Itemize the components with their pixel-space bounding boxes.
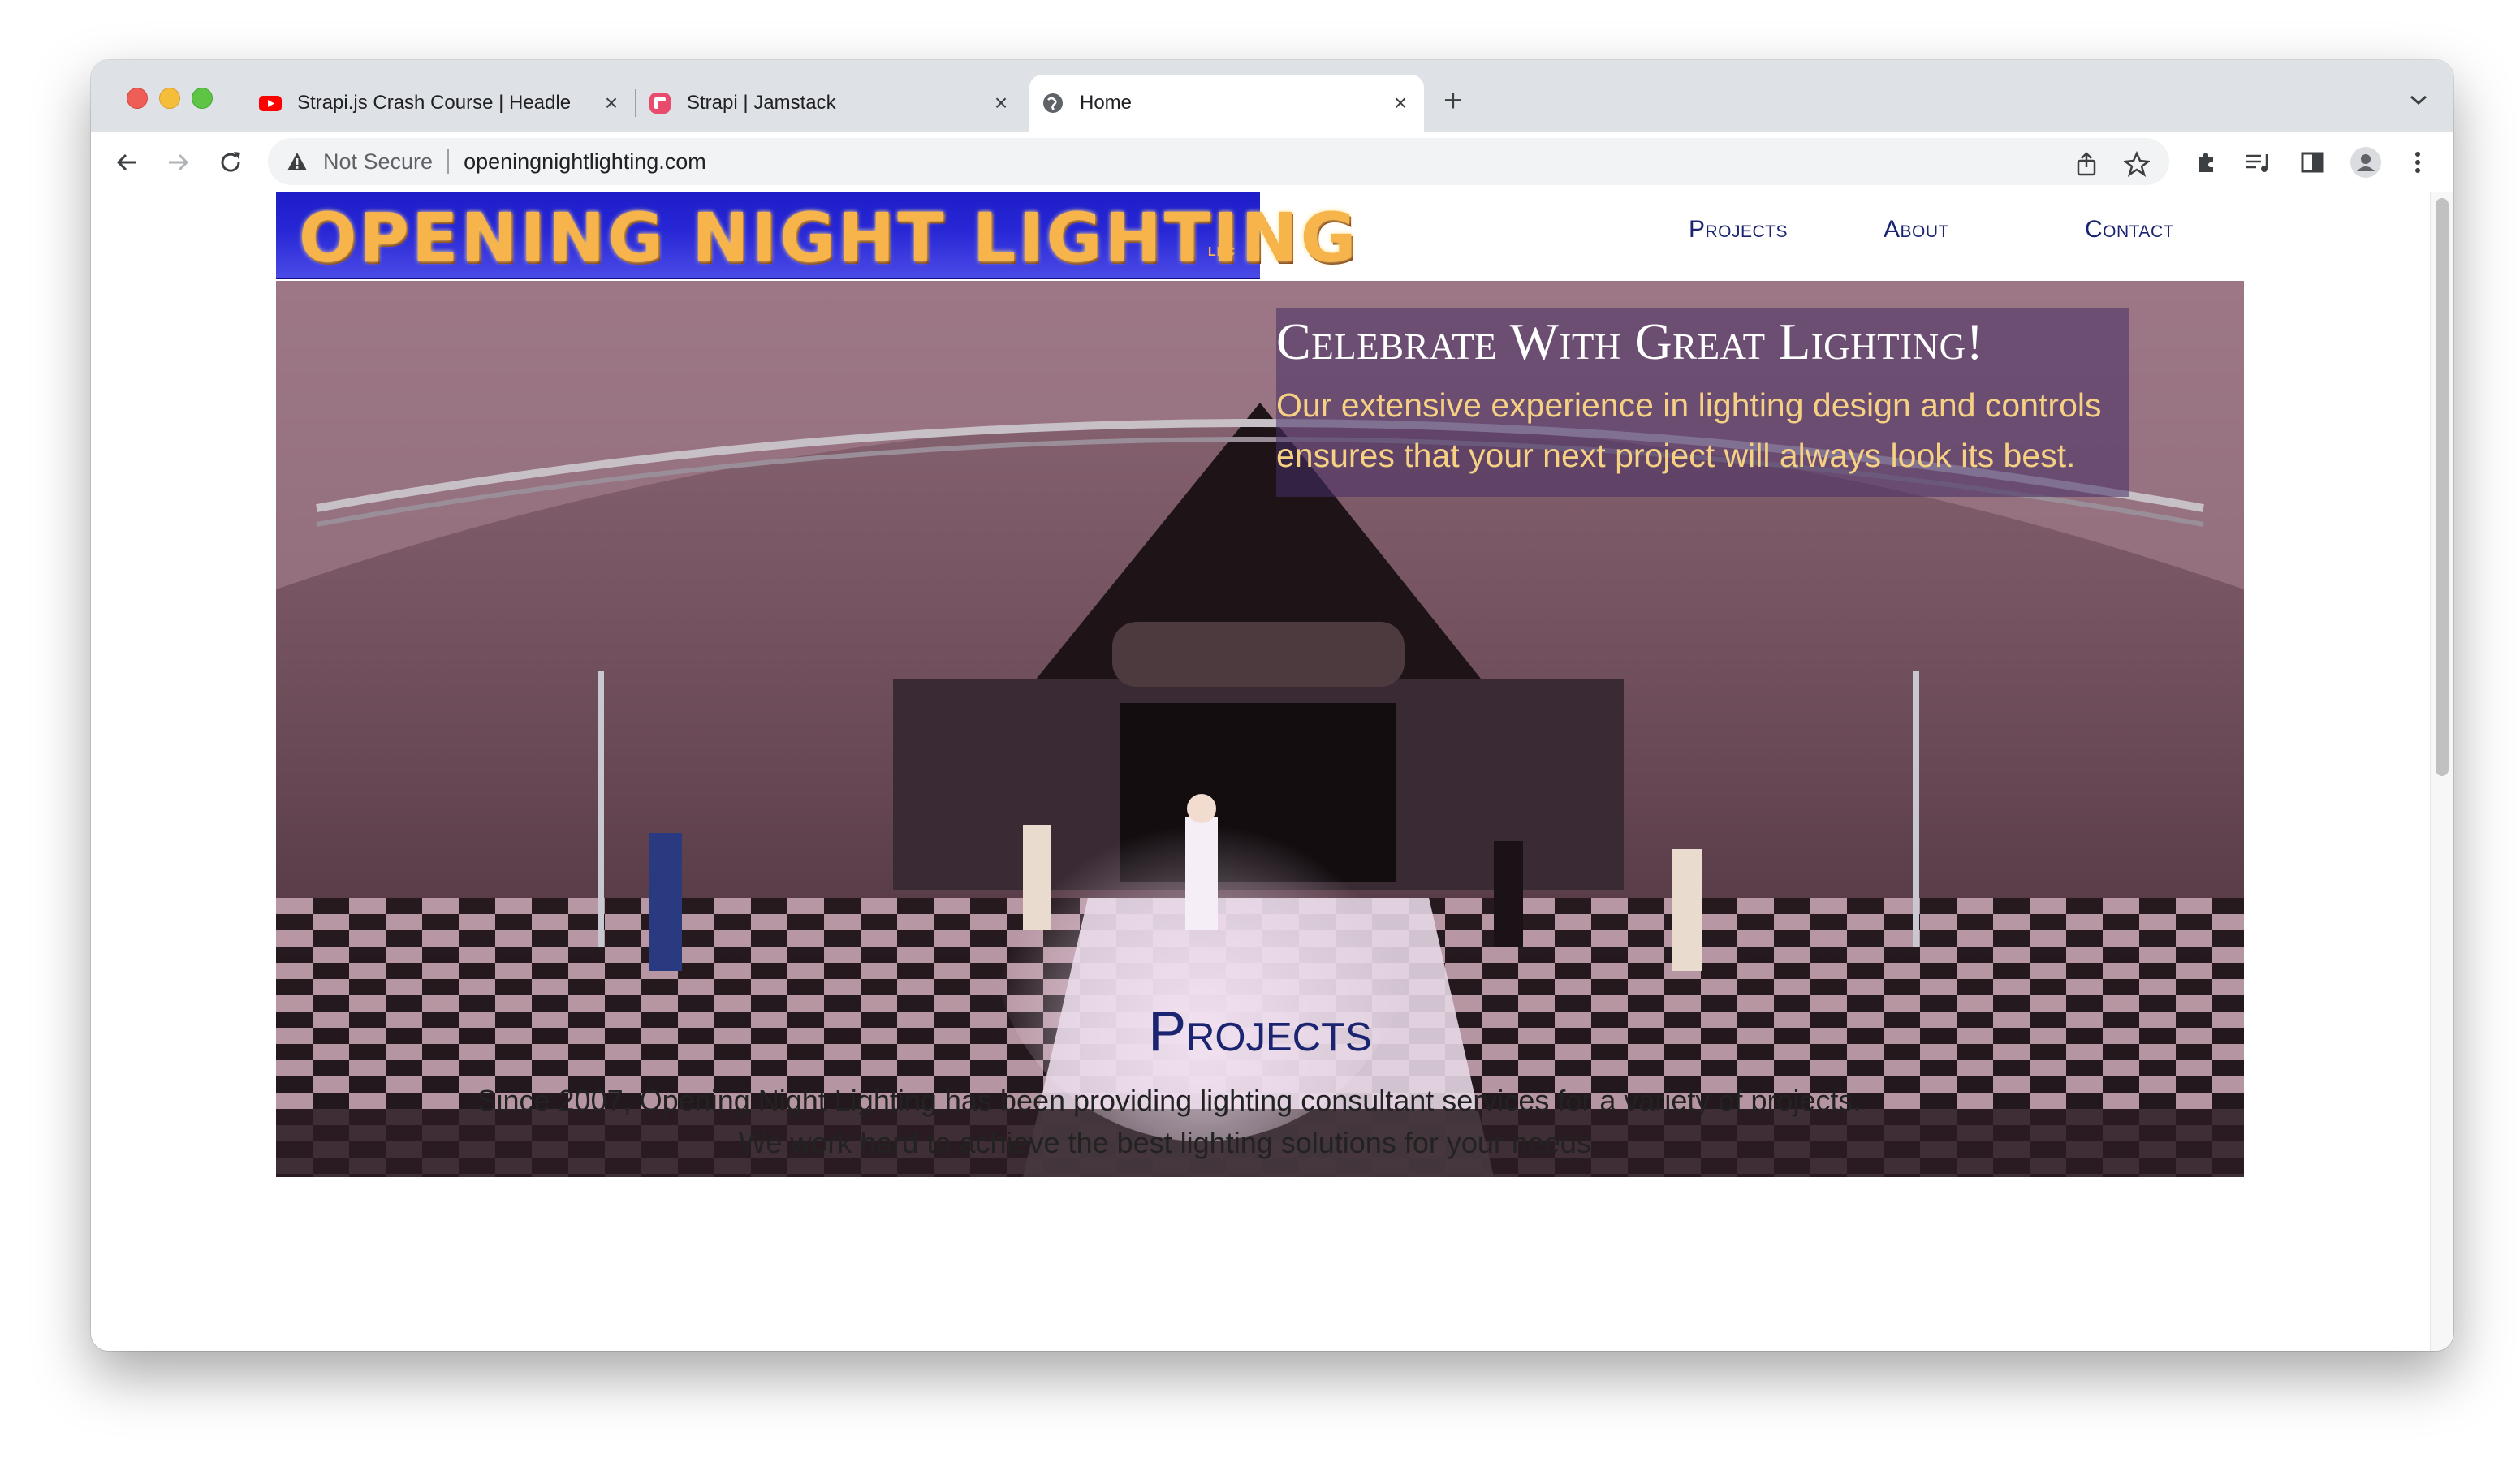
globe-icon — [1043, 93, 1063, 113]
hero-title: Celebrate With Great Lighting! — [1276, 313, 1984, 370]
address-bar[interactable]: Not Secure openingnightlighting.com — [268, 138, 2169, 185]
browser-menu-icon[interactable] — [2400, 145, 2436, 180]
bookmark-star-icon[interactable] — [2121, 148, 2153, 180]
zoom-window-button[interactable] — [192, 88, 213, 109]
new-tab-button[interactable]: + — [1443, 84, 1462, 117]
browser-toolbar: Not Secure openingnightlighting.com — [91, 132, 2453, 193]
nav-about-link[interactable]: About — [1884, 216, 1949, 244]
extensions-icon[interactable] — [2189, 145, 2224, 180]
projects-intro-line2: We work hard to achieve the best lightin… — [739, 1126, 1599, 1159]
not-secure-label[interactable]: Not Secure — [323, 149, 433, 175]
tab-strip: Strapi.js Crash Course | Headle × Strapi… — [91, 60, 2453, 132]
warning-icon[interactable] — [286, 150, 309, 173]
back-arrow-icon — [116, 153, 136, 171]
back-button[interactable] — [110, 146, 143, 179]
close-window-button[interactable] — [127, 88, 148, 109]
projects-heading: Projects — [1148, 999, 1372, 1063]
tab-strapi-crash-course[interactable]: Strapi.js Crash Course | Headle × — [247, 75, 635, 132]
nav-contact-link[interactable]: Contact — [2085, 216, 2174, 244]
omnibox-divider — [447, 149, 450, 174]
scrollbar-thumb[interactable] — [2436, 198, 2449, 776]
tab-home[interactable]: Home × — [1029, 75, 1424, 132]
tab-title: Home — [1080, 92, 1133, 114]
projects-intro: Since 2007, Opening Night Lighting has b… — [185, 1080, 2153, 1164]
tab-strapi-jamstack[interactable]: Strapi | Jamstack × — [636, 75, 1025, 132]
tab-title: Strapi | Jamstack — [687, 92, 836, 114]
close-tab-icon[interactable]: × — [1388, 90, 1413, 115]
strapi-icon — [649, 93, 671, 114]
close-tab-icon[interactable]: × — [989, 90, 1013, 115]
share-icon[interactable] — [2070, 148, 2103, 180]
projects-intro-line1: Since 2007, Opening Night Lighting has b… — [477, 1084, 1862, 1117]
page-scrollbar[interactable] — [2430, 192, 2453, 1351]
hero-caption: Celebrate With Great Lighting! Our exten… — [1276, 308, 2129, 497]
site-header: OPENING NIGHT LIGHTING LLC Projects Abou… — [276, 192, 2244, 281]
logo-text: OPENING NIGHT LIGHTING — [299, 198, 1359, 278]
reload-button[interactable] — [214, 146, 247, 179]
tab-title: Strapi.js Crash Course | Headle — [297, 92, 572, 114]
profile-avatar-icon[interactable] — [2348, 145, 2384, 180]
close-tab-icon[interactable]: × — [599, 90, 624, 115]
site-logo[interactable]: OPENING NIGHT LIGHTING LLC — [276, 192, 1357, 279]
side-panel-icon[interactable] — [2294, 145, 2330, 180]
forward-button[interactable] — [162, 146, 195, 179]
reload-icon — [221, 152, 240, 172]
tab-search-chevron-icon[interactable] — [2408, 93, 2429, 107]
omnibox-actions — [2070, 148, 2153, 180]
logo-suffix: LLC — [1207, 245, 1236, 259]
nav-projects-link[interactable]: Projects — [1689, 216, 1788, 244]
media-queue-icon[interactable] — [2241, 145, 2276, 180]
url-text[interactable]: openingnightlighting.com — [464, 149, 706, 175]
minimize-window-button[interactable] — [159, 88, 180, 109]
youtube-icon — [259, 96, 282, 111]
hero-body: Our extensive experience in lighting des… — [1276, 386, 2102, 474]
forward-arrow-icon — [169, 153, 189, 171]
page-viewport: OPENING NIGHT LIGHTING LLC Projects Abou… — [91, 192, 2453, 1351]
